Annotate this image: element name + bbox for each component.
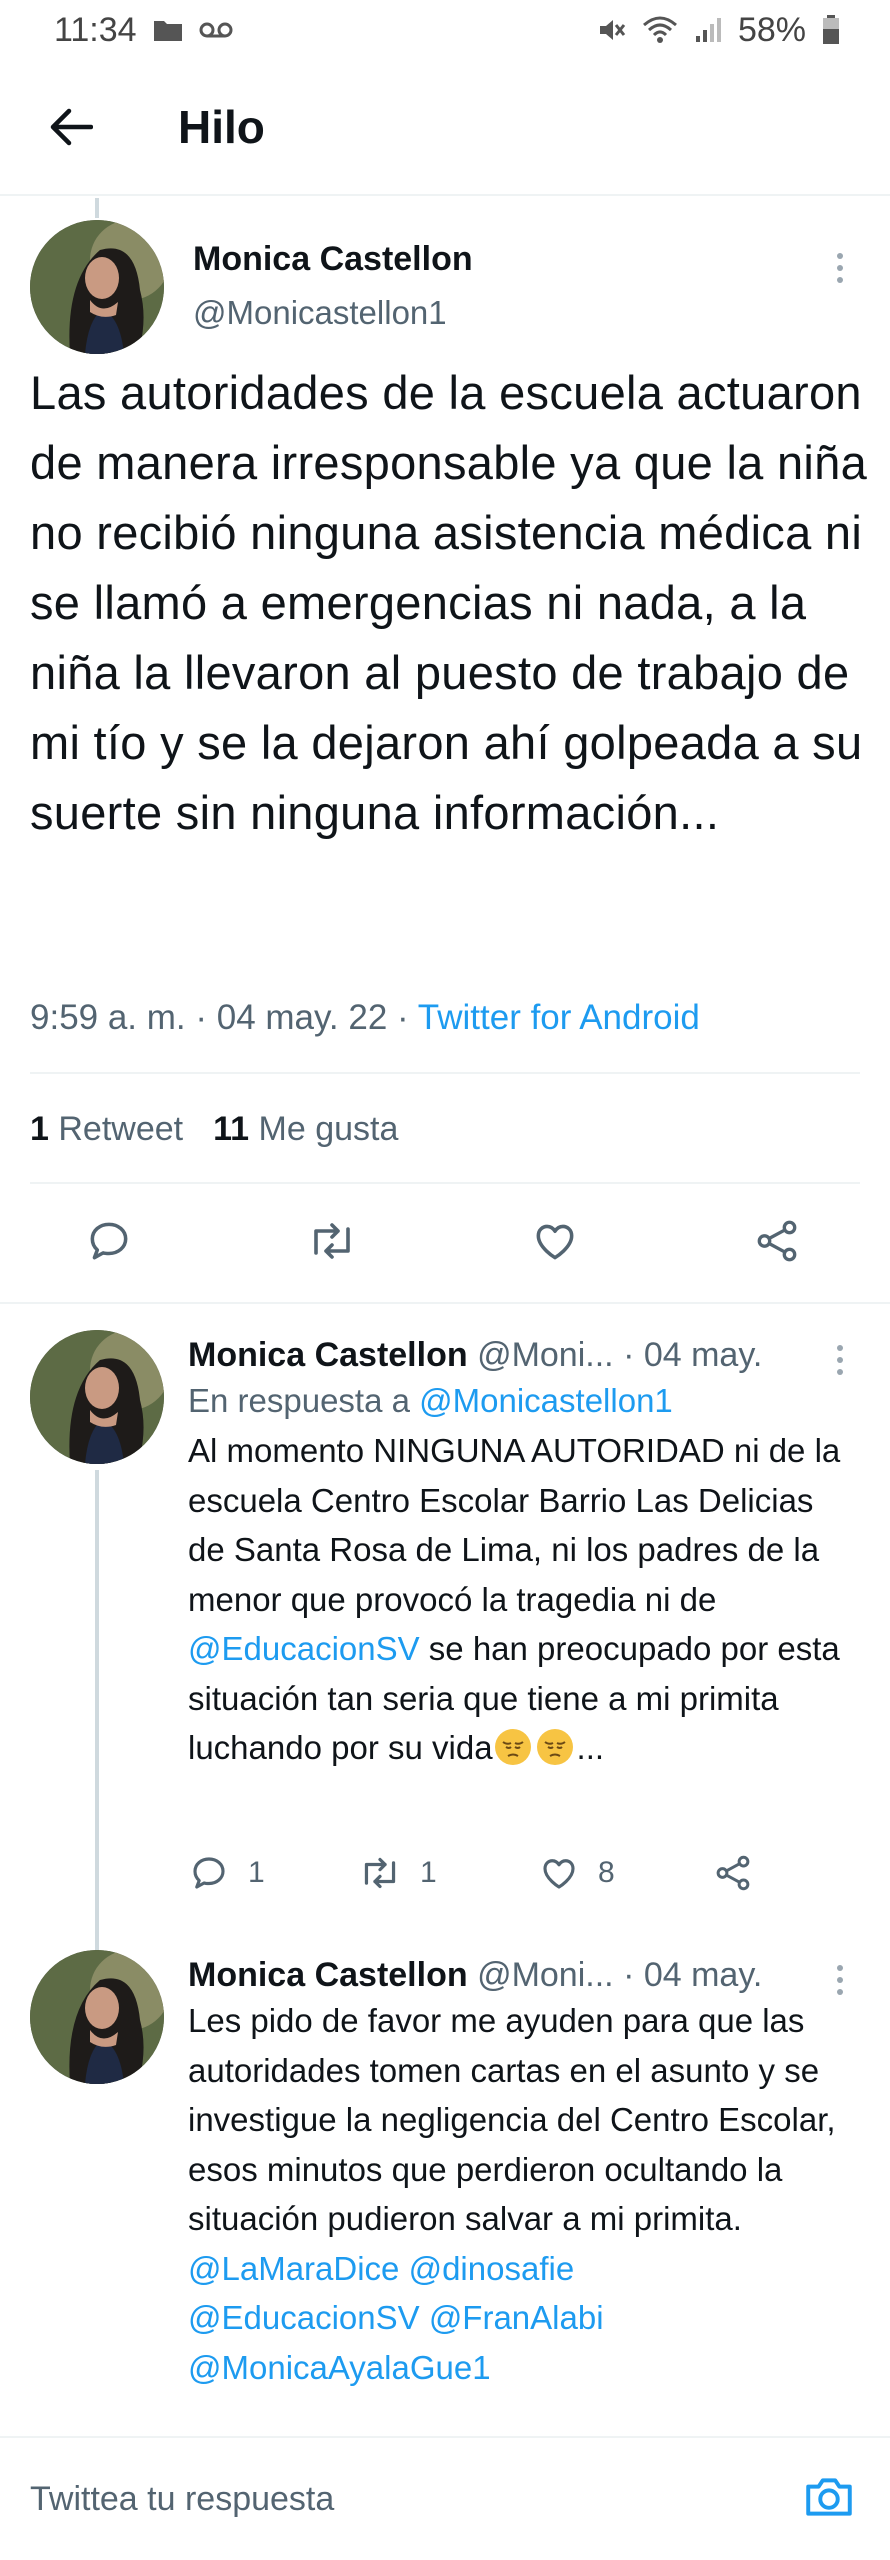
more-icon [837,1345,843,1375]
tweet-actions [0,1198,890,1298]
mention-link[interactable]: @FranAlabi [429,2299,604,2336]
tweet-text-part: Al momento NINGUNA AUTORIDAD ni de la es… [188,1432,841,1618]
likes-count: 11 [213,1110,250,1148]
wifi-icon [642,15,678,45]
back-arrow-icon [50,108,93,146]
battery-icon [822,15,840,45]
mention-link[interactable]: @dinosafie [409,2250,575,2287]
pensive-emoji-icon [535,1727,575,1767]
retweets-label: Retweet [58,1110,184,1148]
tweet-text: Las autoridades de la escuela actuaron d… [30,366,868,839]
folder-icon [153,18,183,42]
reply-header: Monica Castellon @Moni... · 04 may. [188,1956,828,1995]
divider [30,1072,860,1074]
tweet-stats: 1 Retweet 11 Me gusta [30,1110,398,1149]
divider [30,1182,860,1184]
reply-button[interactable] [84,1216,134,1266]
status-time: 11:34 [54,10,137,49]
author-name[interactable]: Monica Castellon [193,240,473,279]
like-button[interactable]: 8 [538,1852,615,1894]
mentions-line: @LaMaraDice @dinosafie [188,2244,858,2294]
share-button[interactable] [752,1216,802,1266]
reply-button[interactable]: 1 [188,1852,265,1894]
author-handle[interactable]: @Moni... [477,1336,614,1374]
divider [0,1302,890,1304]
status-bar: 11:34 58% [0,0,890,60]
reply-icon [90,1222,128,1260]
tweet-source-link[interactable]: Twitter for Android [418,998,700,1037]
thread-line [95,1470,99,1958]
camera-button[interactable] [802,2472,856,2527]
mentions-line: @MonicaAyalaGue1 [188,2343,858,2393]
likes-stat[interactable]: 11 Me gusta [213,1110,398,1149]
reply-count: 1 [248,1856,265,1889]
like-icon [543,1859,575,1889]
back-button[interactable] [36,92,106,162]
signal-icon [694,16,722,44]
reply-context: En respuesta a @Monicastellon1 [188,1376,858,1426]
like-count: 8 [598,1856,615,1889]
mention-link[interactable]: @EducacionSV [188,2299,420,2336]
tweet-text: Al momento NINGUNA AUTORIDAD ni de la es… [188,1426,858,1773]
share-button[interactable] [712,1852,754,1894]
status-left: 11:34 [54,11,233,50]
author-handle[interactable]: @Moni... [477,1956,614,1994]
in-reply-to-handle[interactable]: @Monicastellon1 [419,1382,673,1419]
like-icon [536,1224,574,1260]
tweet-text-part: Les pido de favor me ayuden para que las… [188,2002,836,2237]
reply-input[interactable]: Twittea tu respuesta [30,2480,334,2519]
tweet-date[interactable]: · 04 may. [614,1956,762,1994]
reply-icon [193,1857,225,1889]
avatar[interactable] [30,1330,164,1464]
retweets-stat[interactable]: 1 Retweet [30,1110,183,1149]
thread-line [95,198,99,218]
author-name[interactable]: Monica Castellon [188,1336,468,1374]
tweet-text-part: ... [576,1729,605,1766]
more-icon [837,253,843,283]
in-reply-to-label: En respuesta a [188,1382,420,1419]
retweet-icon [314,1223,350,1259]
like-button[interactable] [530,1216,580,1266]
tweet-text: Les pido de favor me ayuden para que las… [188,1996,858,2392]
more-options-button[interactable] [820,238,860,298]
share-icon [757,1220,797,1262]
page-title: Hilo [178,101,265,153]
retweet-icon [364,1857,396,1889]
more-icon [837,1965,843,1995]
pensive-emoji-icon [493,1727,533,1767]
retweet-button[interactable]: 1 [358,1852,437,1894]
mention-link[interactable]: @MonicaAyalaGue1 [188,2349,491,2386]
battery-percent: 58% [737,10,806,49]
status-right: 58% [596,11,840,50]
tweet-date[interactable]: · 04 may. [614,1336,762,1374]
author-name[interactable]: Monica Castellon [188,1956,468,1994]
reply-header: Monica Castellon @Moni... · 04 may. [188,1336,828,1375]
tweet-meta: 9:59 a. m. · 04 may. 22 · Twitter for An… [30,998,700,1038]
share-icon [716,1855,750,1891]
reply-composer: Twittea tu respuesta [0,2436,890,2560]
mentions-line: @EducacionSV @FranAlabi [188,2293,858,2343]
retweets-count: 1 [30,1110,49,1148]
retweet-button[interactable] [306,1216,358,1266]
author-handle[interactable]: @Monicastellon1 [193,294,447,332]
voicemail-icon [199,20,233,40]
camera-icon [806,2477,852,2516]
mention-link[interactable]: @LaMaraDice [188,2250,399,2287]
mute-icon [596,15,626,45]
mention-link[interactable]: @EducacionSV [188,1630,420,1667]
retweet-count: 1 [420,1856,437,1889]
avatar[interactable] [30,1950,164,2084]
top-app-bar: Hilo [0,60,890,196]
likes-label: Me gusta [258,1110,399,1148]
tweet-timestamp: 9:59 a. m. · 04 may. 22 · [30,998,418,1037]
thread-screen: 11:34 58% Hilo Monica Castellon @Monicas… [0,0,890,2560]
avatar[interactable] [30,220,164,354]
